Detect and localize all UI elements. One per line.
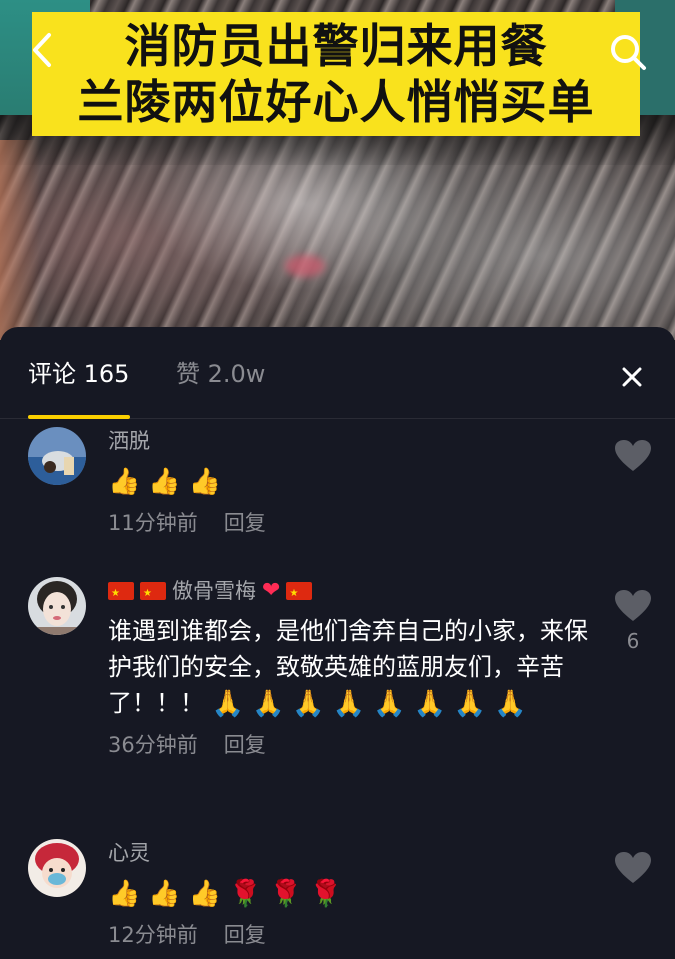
comment-time: 36分钟前 (108, 733, 198, 757)
comment-body: 傲骨雪梅 ❤ 谁遇到谁都会，是他们舍弃自己的小家，来保护我们的安全，致敬英雄的蓝… (108, 577, 588, 759)
search-icon (611, 35, 646, 70)
comment-username[interactable]: 洒脱 (108, 427, 588, 455)
like-button[interactable] (614, 851, 652, 889)
thumbs-up-icon: 👍 (148, 467, 181, 497)
comment-meta: 11分钟前 回复 (108, 509, 588, 537)
red-heart-icon: ❤ (262, 578, 281, 603)
comment-username[interactable]: 傲骨雪梅 ❤ (108, 577, 588, 608)
rose-icon: 🌹 (229, 879, 262, 909)
username-text: 傲骨雪梅 (172, 579, 256, 603)
banner-title-line-1: 消防员出警归来用餐 (124, 19, 548, 73)
comment-body: 洒脱 👍 👍 👍 11分钟前 回复 (108, 427, 588, 537)
like-count: 6 (626, 629, 640, 653)
search-button[interactable] (604, 28, 652, 76)
comment-time: 11分钟前 (108, 511, 198, 535)
comment-text: 👍 👍 👍 (108, 463, 588, 499)
video-title-banner: 消防员出警归来用餐 兰陵两位好心人悄悄买单 (32, 12, 640, 136)
china-flag-icon (140, 580, 166, 608)
back-button[interactable] (24, 28, 60, 72)
folded-hands-icon: 🙏 (373, 689, 406, 719)
comment-body: 心灵 👍 👍 👍 🌹 🌹 🌹 12分钟前 回复 (108, 839, 588, 949)
avatar[interactable] (28, 427, 86, 485)
video-frame-detail (285, 255, 325, 277)
video-frame-detail (0, 140, 40, 340)
thumbs-up-icon: 👍 (108, 879, 141, 909)
comment-text: 谁遇到谁都会，是他们舍弃自己的小家，来保护我们的安全，致敬英雄的蓝朋友们，辛苦了… (108, 613, 588, 721)
folded-hands-icon: 🙏 (252, 689, 285, 719)
folded-hands-icon: 🙏 (211, 689, 245, 719)
avatar-image (28, 427, 86, 485)
username-text: 心灵 (108, 841, 150, 865)
avatar-image (28, 577, 86, 635)
avatar-image (28, 839, 86, 897)
china-flag-icon (108, 580, 134, 608)
avatar[interactable] (28, 577, 86, 635)
comment-meta: 36分钟前 回复 (108, 731, 588, 759)
username-text: 洒脱 (108, 429, 150, 453)
rose-icon: 🌹 (309, 879, 343, 909)
folded-hands-icon: 🙏 (332, 689, 366, 719)
thumbs-up-icon: 👍 (148, 879, 181, 909)
reply-button[interactable]: 回复 (224, 511, 266, 535)
close-icon (622, 367, 642, 387)
comments-header: 评论 165 赞 2.0w (0, 327, 675, 419)
folded-hands-icon: 🙏 (453, 689, 487, 719)
like-button[interactable]: 6 (614, 589, 652, 653)
reply-button[interactable]: 回复 (224, 923, 266, 947)
folded-hands-icon: 🙏 (494, 689, 527, 719)
like-button[interactable] (614, 439, 652, 477)
tab-likes[interactable]: 赞 2.0w (176, 359, 265, 389)
comment-username[interactable]: 心灵 (108, 839, 588, 867)
folded-hands-icon: 🙏 (292, 689, 325, 719)
heart-icon (615, 590, 651, 621)
thumbs-up-icon: 👍 (188, 467, 222, 497)
thumbs-up-icon: 👍 (188, 879, 222, 909)
folded-hands-icon: 🙏 (413, 689, 446, 719)
china-flag-icon (286, 580, 313, 608)
heart-icon (615, 852, 651, 883)
comments-sheet: 评论 165 赞 2.0w 洒脱 👍 👍 👍 11分钟前 回复 ★ ★ 傲骨雪梅… (0, 327, 675, 959)
reply-button[interactable]: 回复 (224, 733, 266, 757)
active-tab-indicator (28, 415, 130, 419)
avatar[interactable] (28, 839, 86, 897)
comment-time: 12分钟前 (108, 923, 198, 947)
thumbs-up-icon: 👍 (108, 467, 141, 497)
heart-icon (615, 440, 651, 471)
rose-icon: 🌹 (269, 879, 302, 909)
tab-comments[interactable]: 评论 165 (28, 359, 129, 389)
close-button[interactable] (614, 359, 650, 395)
banner-title-line-2: 兰陵两位好心人悄悄买单 (77, 75, 595, 129)
comment-text: 👍 👍 👍 🌹 🌹 🌹 (108, 875, 588, 911)
comment-meta: 12分钟前 回复 (108, 921, 588, 949)
chevron-left-icon (33, 33, 51, 67)
